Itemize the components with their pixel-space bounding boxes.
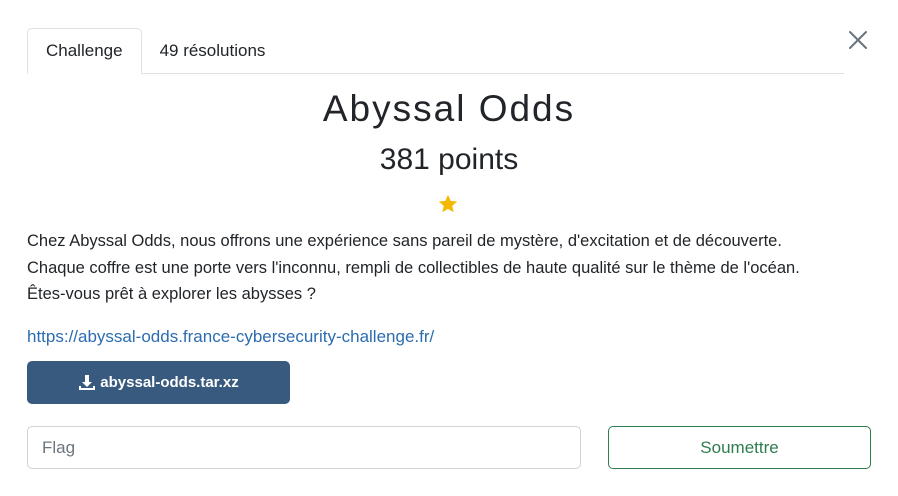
tab-bar: Challenge 49 résolutions bbox=[27, 28, 844, 74]
challenge-link[interactable]: https://abyssal-odds.france-cybersecurit… bbox=[27, 327, 434, 347]
description-line: Êtes-vous prêt à explorer les abysses ? bbox=[27, 285, 316, 303]
download-button[interactable]: abyssal-odds.tar.xz bbox=[27, 361, 290, 404]
challenge-modal: Challenge 49 résolutions Abyssal Odds 38… bbox=[0, 0, 898, 496]
download-icon bbox=[78, 374, 96, 392]
challenge-title: Abyssal Odds bbox=[322, 88, 576, 129]
submit-button[interactable]: Soumettre bbox=[608, 426, 871, 469]
close-icon bbox=[849, 31, 867, 49]
description-line: Chaque coffre est une porte vers l'incon… bbox=[27, 258, 800, 277]
challenge-points: 381 points bbox=[379, 143, 519, 176]
difficulty-rating bbox=[437, 193, 459, 215]
challenge-description: Chez Abyssal Odds, nous offrons une expé… bbox=[27, 228, 867, 308]
tab-challenge[interactable]: Challenge bbox=[27, 28, 142, 74]
description-line: Chez Abyssal Odds, nous offrons une expé… bbox=[27, 232, 782, 250]
tab-resolutions[interactable]: 49 résolutions bbox=[142, 29, 284, 73]
download-label: abyssal-odds.tar.xz bbox=[100, 374, 239, 391]
flag-input[interactable] bbox=[27, 426, 581, 469]
star-icon bbox=[438, 194, 458, 213]
close-button[interactable] bbox=[845, 27, 871, 53]
